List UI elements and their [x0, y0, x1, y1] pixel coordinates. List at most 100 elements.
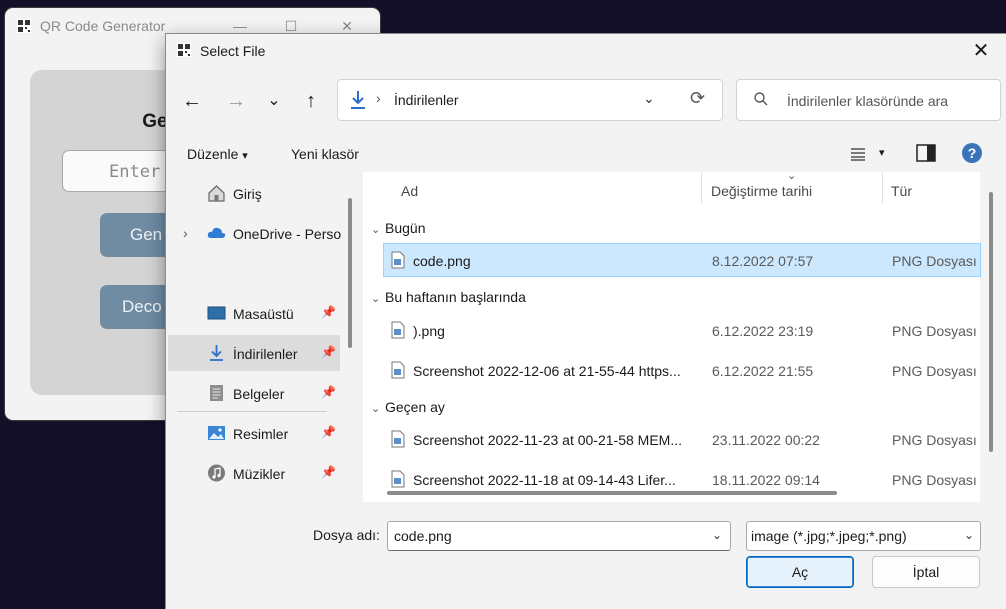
- picture-icon: [208, 426, 225, 440]
- back-button[interactable]: ←: [177, 86, 207, 116]
- preview-pane-icon[interactable]: [916, 144, 936, 162]
- open-button[interactable]: Aç: [746, 556, 854, 588]
- sidebar-item-pictures[interactable]: Resimler 📌: [168, 415, 340, 451]
- group-header-today[interactable]: ⌄ Bugün: [371, 220, 425, 236]
- file-name: Screenshot 2022-11-18 at 09-14-43 Lifer.…: [413, 472, 676, 488]
- group-header-this-week[interactable]: ⌄ Bu haftanın başlarında: [371, 289, 526, 305]
- file-date: 23.11.2022 00:22: [712, 432, 820, 448]
- chevron-down-icon[interactable]: ⌄: [643, 90, 655, 107]
- view-caret-icon[interactable]: ▾: [879, 146, 885, 159]
- filetype-value: image (*.jpg;*.jpeg;*.png): [751, 528, 907, 544]
- pin-icon: 📌: [321, 465, 336, 479]
- select-file-dialog: Select File ✕ ← → ⌄ ↑ › İndirilenler ⌄ ⟳…: [166, 34, 1006, 609]
- sidebar-item-downloads[interactable]: İndirilenler 📌: [168, 335, 340, 371]
- breadcrumb-separator: ›: [376, 90, 381, 106]
- breadcrumb[interactable]: İndirilenler: [394, 92, 459, 108]
- qr-app-icon: [177, 43, 191, 57]
- new-folder-button[interactable]: Yeni klasör: [291, 146, 359, 162]
- scrollbar-thumb[interactable]: [989, 192, 993, 452]
- sidebar-item-label: Giriş: [233, 186, 262, 202]
- text-input-placeholder: Enter: [109, 162, 161, 182]
- document-icon: [210, 385, 223, 401]
- group-label: Geçen ay: [385, 399, 445, 415]
- filename-field[interactable]: code.png ⌄: [387, 521, 731, 551]
- column-header-type[interactable]: Tür: [891, 183, 912, 199]
- group-label: Bugün: [385, 220, 426, 236]
- qr-app-icon: [17, 19, 31, 33]
- pin-icon: 📌: [321, 305, 336, 319]
- file-name: Screenshot 2022-12-06 at 21-55-44 https.…: [413, 363, 681, 379]
- organize-label: Düzenle: [187, 146, 239, 162]
- sort-indicator-icon: ⌄: [787, 170, 797, 182]
- file-row[interactable]: code.png 8.12.2022 07:57 PNG Dosyası: [383, 243, 981, 277]
- cancel-button[interactable]: İptal: [872, 556, 980, 588]
- filetype-select[interactable]: image (*.jpg;*.jpeg;*.png) ⌄: [746, 521, 981, 551]
- view-options-icon[interactable]: [850, 147, 866, 161]
- file-row[interactable]: Screenshot 2022-12-06 at 21-55-44 https.…: [383, 353, 981, 387]
- file-date: 6.12.2022 21:55: [712, 363, 814, 379]
- sidebar-divider: [177, 411, 327, 412]
- png-file-icon: [391, 321, 405, 339]
- filename-label: Dosya adı:: [313, 527, 380, 543]
- group-header-last-month[interactable]: ⌄ Geçen ay: [371, 399, 445, 415]
- column-header-name[interactable]: Ad: [401, 183, 418, 199]
- chevron-down-icon: ⌄: [371, 293, 381, 305]
- vertical-scrollbar[interactable]: [986, 172, 996, 502]
- search-icon: [754, 92, 768, 106]
- filename-value: code.png: [394, 528, 452, 544]
- sidebar-item-onedrive[interactable]: › OneDrive - Perso: [168, 215, 341, 251]
- download-icon: [351, 91, 365, 109]
- forward-button[interactable]: →: [221, 86, 251, 116]
- file-list: Ad ⌄ Değiştirme tarihi Tür ⌄ Bugün code.p…: [363, 170, 981, 502]
- sidebar-item-label: Müzikler: [233, 466, 286, 482]
- file-type: PNG Dosyası: [892, 472, 977, 488]
- column-divider[interactable]: [701, 172, 702, 204]
- sidebar-item-documents[interactable]: Belgeler 📌: [168, 375, 340, 411]
- sidebar-item-desktop[interactable]: Masaüstü 📌: [168, 295, 340, 331]
- png-file-icon: [391, 361, 405, 379]
- png-file-icon: [391, 251, 405, 269]
- dialog-title: Select File: [200, 43, 266, 59]
- chevron-down-icon: ⌄: [964, 528, 975, 542]
- chevron-down-icon[interactable]: ⌄: [712, 528, 722, 542]
- expand-chevron-icon[interactable]: ›: [183, 225, 188, 241]
- file-date: 18.11.2022 09:14: [712, 472, 820, 488]
- file-type: PNG Dosyası: [892, 432, 977, 448]
- horizontal-scrollbar[interactable]: [363, 488, 980, 498]
- sidebar-item-label: OneDrive - Perso: [233, 226, 341, 242]
- sidebar-item-label: Masaüstü: [233, 306, 294, 322]
- column-divider[interactable]: [882, 172, 883, 204]
- chevron-down-icon: ⌄: [371, 403, 381, 415]
- help-icon[interactable]: ?: [962, 143, 982, 163]
- pin-icon: 📌: [321, 345, 336, 359]
- music-icon: [208, 464, 225, 482]
- file-row[interactable]: ).png 6.12.2022 23:19 PNG Dosyası: [383, 313, 981, 347]
- search-placeholder: İndirilenler klasöründe ara: [787, 93, 949, 109]
- png-file-icon: [391, 430, 405, 448]
- pin-icon: 📌: [321, 425, 336, 439]
- group-label: Bu haftanın başlarında: [385, 289, 526, 305]
- cloud-icon: [207, 227, 226, 238]
- scrollbar-thumb[interactable]: [348, 198, 352, 348]
- address-bar[interactable]: › İndirilenler ⌄ ⟳: [337, 79, 723, 121]
- home-icon: [208, 185, 225, 202]
- sidebar-item-label: Resimler: [233, 426, 289, 442]
- scrollbar-thumb[interactable]: [387, 491, 837, 495]
- search-input[interactable]: İndirilenler klasöründe ara: [736, 79, 1001, 121]
- sidebar-item-label: İndirilenler: [233, 346, 298, 362]
- recent-locations-button[interactable]: ⌄: [259, 86, 289, 116]
- dialog-close-button[interactable]: ✕: [966, 36, 996, 66]
- refresh-icon[interactable]: ⟳: [690, 88, 705, 109]
- decode-button-label: Deco: [122, 297, 162, 316]
- up-button[interactable]: ↑: [296, 86, 326, 116]
- file-name: ).png: [413, 323, 445, 339]
- organize-button[interactable]: Düzenle ▾: [187, 146, 248, 162]
- pin-icon: 📌: [321, 385, 336, 399]
- generate-button-label: Gen: [130, 225, 163, 244]
- file-row[interactable]: Screenshot 2022-11-18 at 09-14-43 Lifer.…: [383, 462, 981, 488]
- column-header-date[interactable]: Değiştirme tarihi: [711, 183, 812, 199]
- sidebar-item-music[interactable]: Müzikler 📌: [168, 455, 340, 491]
- sidebar-item-home[interactable]: Giriş: [168, 175, 340, 211]
- file-row[interactable]: Screenshot 2022-11-23 at 00-21-58 MEM...…: [383, 422, 981, 456]
- sidebar-scrollbar[interactable]: [346, 172, 356, 505]
